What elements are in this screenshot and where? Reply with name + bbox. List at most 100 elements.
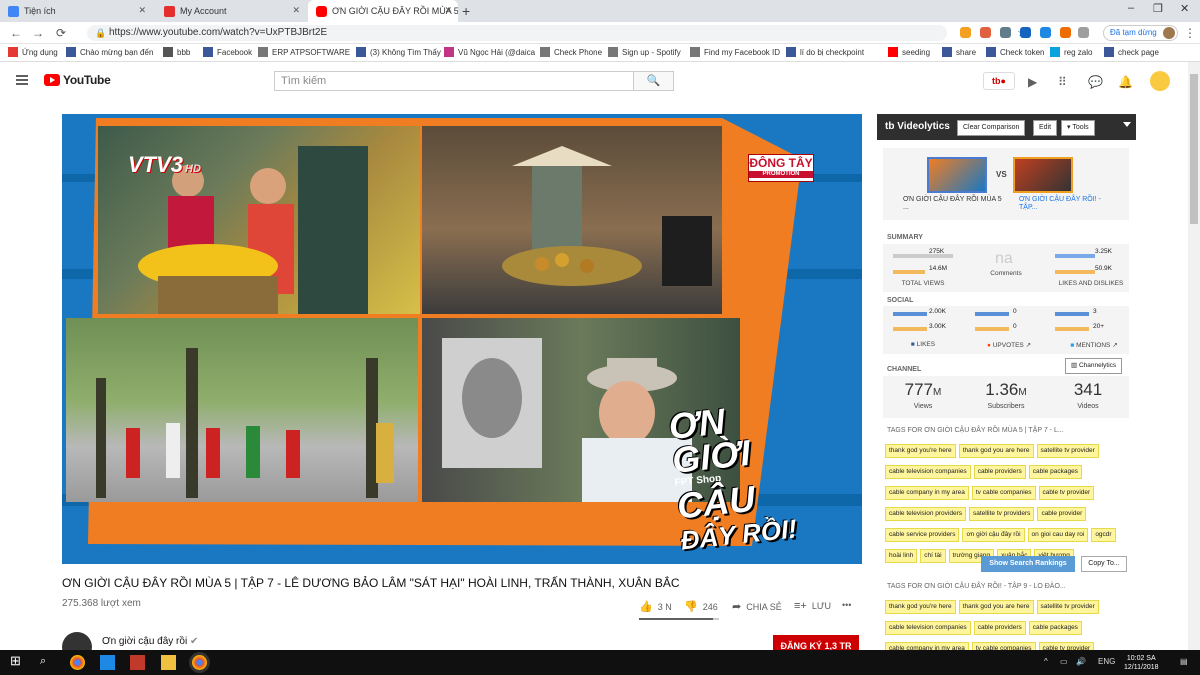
back-button[interactable]: ← xyxy=(10,26,22,40)
tag-chip[interactable]: thank god you are here xyxy=(958,444,1034,458)
channel-avatar[interactable] xyxy=(1150,71,1170,91)
chat-icon[interactable]: 💬 xyxy=(1088,75,1103,89)
tools-button[interactable]: ▾ Tools xyxy=(1061,120,1095,136)
app-icon[interactable] xyxy=(100,655,115,670)
tag-chip[interactable]: chí tài xyxy=(920,549,946,563)
camera-icon[interactable]: ▶ xyxy=(1028,75,1037,89)
system-clock[interactable]: 10:02 SA 12/11/2018 xyxy=(1124,654,1159,672)
tag-chip[interactable]: tv cable companies xyxy=(971,642,1036,650)
tag-chip[interactable]: cable tv provider xyxy=(1038,486,1095,500)
video-player[interactable]: VTV3 HD ĐÔNG TÂY PROMOTION ƠN GIỜI FPT Sh… xyxy=(62,114,862,564)
show-search-rankings-button[interactable]: Show Search Rankings xyxy=(981,556,1075,572)
bookmark-item[interactable]: Check token xyxy=(986,47,1044,57)
bookmark-item[interactable]: Ứng dụng xyxy=(8,47,58,57)
tab-tien-ich[interactable]: Tiện ích ✕ xyxy=(0,0,152,22)
compare-thumbnail-left[interactable] xyxy=(927,157,987,193)
clear-comparison-button[interactable]: Clear Comparison xyxy=(957,120,1026,136)
like-button[interactable]: 👍 3 N xyxy=(639,600,672,613)
share-button[interactable]: ➦ CHIA SẺ xyxy=(732,600,782,613)
reload-button[interactable]: ⟳ xyxy=(56,26,66,40)
close-tab-icon[interactable]: ✕ xyxy=(444,5,452,16)
collapse-caret-icon[interactable] xyxy=(1123,122,1131,127)
bookmark-item[interactable]: seeding xyxy=(888,47,930,57)
close-window-button[interactable]: ✕ xyxy=(1180,2,1189,15)
bookmark-item[interactable]: Find my Facebook ID xyxy=(690,47,780,57)
close-tab-icon[interactable]: ✕ xyxy=(292,5,300,16)
tag-chip[interactable]: cable television providers xyxy=(885,507,966,521)
address-bar[interactable]: 🔒 https://www.youtube.com/watch?v=UxPTBJ… xyxy=(87,25,1027,41)
extension-icon[interactable] xyxy=(1078,27,1089,38)
bookmark-item[interactable]: check page xyxy=(1104,47,1159,57)
tag-chip[interactable]: cable company in my area xyxy=(885,486,969,500)
bookmark-item[interactable]: Chào mừng bạn đến xyxy=(66,47,153,57)
tag-chip[interactable]: cable tv provider xyxy=(1038,642,1095,650)
tag-chip[interactable]: satellite tv provider xyxy=(1036,444,1099,458)
channelytics-button[interactable]: ▥ Channelytics xyxy=(1065,358,1123,374)
compare-thumbnail-right[interactable] xyxy=(1013,157,1073,193)
page-scrollbar[interactable] xyxy=(1188,62,1200,650)
language-indicator[interactable]: ENG xyxy=(1098,657,1115,666)
network-icon[interactable]: ▭ xyxy=(1060,657,1068,666)
bookmark-item[interactable]: Check Phone xyxy=(540,47,602,57)
chrome-icon[interactable] xyxy=(70,655,85,670)
tag-chip[interactable]: ơn giời cậu đây rồi xyxy=(962,528,1025,542)
bookmark-item[interactable]: ERP ATPSOFTWARE xyxy=(258,47,350,57)
bookmark-item[interactable]: bbb xyxy=(163,47,190,57)
tag-chip[interactable]: on gioi cau day roi xyxy=(1027,528,1089,542)
videolytics-icon[interactable]: tb● xyxy=(983,72,1015,90)
bookmark-item[interactable]: Sign up - Spotify xyxy=(608,47,681,57)
hamburger-menu-icon[interactable] xyxy=(16,75,28,85)
forward-button[interactable]: → xyxy=(32,26,44,40)
tab-youtube-video[interactable]: ƠN GIỜI CẬU ĐÂY RỒI MÙA 5 | T ✕ xyxy=(308,0,458,22)
tag-chip[interactable]: hoài linh xyxy=(885,549,918,563)
reddit-upvotes-caption[interactable]: ● UPVOTES ↗ xyxy=(979,341,1039,349)
tag-chip[interactable]: cable service providers xyxy=(885,528,960,542)
youtube-logo[interactable]: YouTube xyxy=(44,73,111,87)
dislike-button[interactable]: 👎 246 xyxy=(684,600,718,613)
tag-chip[interactable]: tv cable companies xyxy=(971,486,1036,500)
twitter-mentions-caption[interactable]: ■ MENTIONS ↗ xyxy=(1059,341,1129,349)
extension-icon[interactable] xyxy=(1020,27,1031,38)
bookmark-item[interactable]: lí do bị checkpoint xyxy=(786,47,864,57)
search-input[interactable]: Tìm kiếm xyxy=(274,71,634,91)
tag-chip[interactable]: thank god you are here xyxy=(958,600,1034,614)
notifications-icon[interactable]: ▤ xyxy=(1180,657,1188,666)
new-tab-button[interactable]: + xyxy=(462,3,470,19)
tray-overflow-icon[interactable]: ^ xyxy=(1044,657,1048,666)
bookmark-item[interactable]: reg zalo xyxy=(1050,47,1092,57)
bell-icon[interactable]: 🔔 xyxy=(1118,75,1133,89)
extension-icon[interactable] xyxy=(1060,27,1071,38)
tag-chip[interactable]: cable company in my area xyxy=(885,642,969,650)
minimize-button[interactable]: – xyxy=(1128,2,1134,14)
extension-icon[interactable] xyxy=(980,27,991,38)
chrome-active-icon[interactable] xyxy=(192,655,207,670)
compare-title-right[interactable]: ƠN GIỜI CẬU ĐÂY RỒI! - TẬP... xyxy=(1019,196,1119,212)
tag-chip[interactable]: thank god you're here xyxy=(885,600,956,614)
tag-chip[interactable]: cable packages xyxy=(1028,621,1082,635)
sync-paused-button[interactable]: Đã tạm dừng xyxy=(1103,25,1178,41)
copy-to-button[interactable]: Copy To... xyxy=(1081,556,1127,572)
tag-chip[interactable]: cable providers xyxy=(973,465,1026,479)
start-button[interactable]: ⊞ xyxy=(10,653,25,668)
more-actions-button[interactable]: ••• xyxy=(842,600,851,610)
search-icon[interactable]: ⌕ xyxy=(40,655,55,670)
tag-chip[interactable]: cable television companies xyxy=(885,465,971,479)
tag-chip[interactable]: ogcdr xyxy=(1091,528,1116,542)
save-button[interactable]: ≡+ LƯU xyxy=(794,600,831,612)
compare-title-left[interactable]: ƠN GIỜI CẬU ĐÂY RỒI MÙA 5 ... xyxy=(903,196,1003,212)
bookmark-item[interactable]: (3) Không Tìm Thấy xyxy=(356,47,441,57)
tag-chip[interactable]: satellite tv provider xyxy=(1036,600,1099,614)
apps-icon[interactable]: ⠿ xyxy=(1058,75,1067,89)
tag-chip[interactable]: cable providers xyxy=(973,621,1026,635)
tab-my-account[interactable]: My Account ✕ xyxy=(156,0,306,22)
extension-icon[interactable] xyxy=(1000,27,1011,38)
close-tab-icon[interactable]: ✕ xyxy=(138,5,146,16)
tag-chip[interactable]: cable packages xyxy=(1028,465,1082,479)
bookmark-item[interactable]: Vũ Ngọc Hải (@daica xyxy=(444,47,535,57)
tag-chip[interactable]: satellite tv providers xyxy=(968,507,1035,521)
edit-button[interactable]: Edit xyxy=(1033,120,1058,136)
file-explorer-icon[interactable] xyxy=(161,655,176,670)
extension-icon[interactable] xyxy=(960,27,971,38)
volume-icon[interactable]: 🔊 xyxy=(1076,657,1086,666)
bookmark-item[interactable]: share xyxy=(942,47,976,57)
